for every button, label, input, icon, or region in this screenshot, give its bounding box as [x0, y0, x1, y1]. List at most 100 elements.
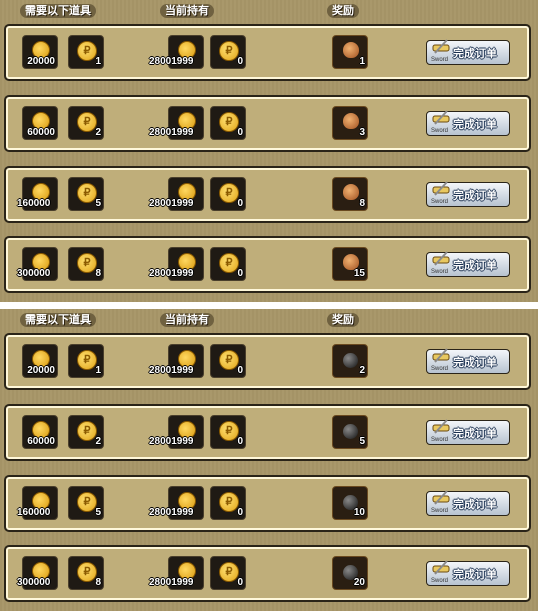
- slot-count: 28001999: [149, 436, 194, 447]
- required-gold-slot: 160000: [17, 177, 58, 211]
- order-row: 60000 ₽2 28001999 ₽0 5 完成订单 Sword: [4, 404, 531, 461]
- button-label: 完成订单: [453, 428, 497, 440]
- held-gold-slot: 28001999: [149, 344, 204, 378]
- sword-scroll-icon: [432, 348, 450, 363]
- order-row: 20000 ₽1 28001999 ₽0 2 完成订单 Sword: [4, 333, 531, 390]
- token-coin-icon: ₽: [77, 41, 97, 61]
- order-row: 20000 ₽1 28001999 ₽0 1 完成订单 Sword: [4, 24, 531, 81]
- slot-count: 2: [95, 127, 101, 138]
- slot-count: 8: [95, 268, 101, 279]
- slot-count: 300000: [17, 268, 51, 279]
- reward-slot: 10: [332, 486, 368, 520]
- money-bag-icon: [343, 184, 359, 200]
- sword-scroll-icon: [432, 560, 450, 575]
- required-gold-slot: 300000: [17, 247, 58, 281]
- token-coin-icon: ₽: [77, 562, 97, 582]
- token-coin-icon: ₽: [77, 253, 97, 273]
- order-row: 60000 ₽2 28001999 ₽0 3 完成订单 Sword: [4, 95, 531, 152]
- button-label: 完成订单: [453, 357, 497, 369]
- held-gold-slot: 28001999: [149, 177, 204, 211]
- required-coin-slot: ₽5: [68, 486, 104, 520]
- complete-order-button[interactable]: 完成订单 Sword: [426, 419, 510, 445]
- slot-count: 60000: [27, 436, 55, 447]
- complete-order-button[interactable]: 完成订单 Sword: [426, 348, 510, 374]
- slot-count: 300000: [17, 577, 51, 588]
- reward-slot: 1: [332, 35, 368, 69]
- slot-count: 160000: [17, 507, 51, 518]
- held-gold-slot: 28001999: [149, 415, 204, 449]
- slot-count: 0: [237, 127, 243, 138]
- slot-count: 60000: [27, 127, 55, 138]
- header-holding: 当前持有: [160, 4, 214, 18]
- held-gold-slot: 28001999: [149, 106, 204, 140]
- complete-order-button[interactable]: 完成订单 Sword: [426, 39, 510, 65]
- slot-count: 28001999: [149, 127, 194, 138]
- order-row: 300000 ₽8 28001999 ₽0 20 完成订单 Sword: [4, 545, 531, 602]
- sword-scroll-icon: [432, 419, 450, 434]
- slot-count: 28001999: [149, 365, 194, 376]
- required-coin-slot: ₽5: [68, 177, 104, 211]
- button-sub-label: Sword: [431, 366, 449, 372]
- order-row: 160000 ₽5 28001999 ₽0 8 完成订单 Sword: [4, 166, 531, 223]
- order-panel: 需要以下道具 当前持有 奖励 20000 ₽1 28001999 ₽0 1 完成订单 Sword 6…: [0, 0, 538, 302]
- held-gold-slot: 28001999: [149, 556, 204, 590]
- button-label: 完成订单: [453, 48, 497, 60]
- slot-count: 5: [359, 436, 365, 447]
- slot-count: 28001999: [149, 56, 194, 67]
- header-reward: 奖励: [327, 4, 359, 18]
- held-gold-slot: 28001999: [149, 35, 204, 69]
- held-coin-slot: ₽0: [210, 106, 246, 140]
- sword-scroll-icon: [432, 181, 450, 196]
- token-coin-icon: ₽: [77, 183, 97, 203]
- held-coin-slot: ₽0: [210, 486, 246, 520]
- held-gold-slot: 28001999: [149, 486, 204, 520]
- complete-order-button[interactable]: 完成订单 Sword: [426, 181, 510, 207]
- slot-count: 20000: [27, 365, 55, 376]
- slot-count: 0: [237, 365, 243, 376]
- token-coin-icon: ₽: [219, 492, 239, 512]
- button-sub-label: Sword: [431, 57, 449, 63]
- token-coin-icon: ₽: [77, 421, 97, 441]
- complete-order-button[interactable]: 完成订单 Sword: [426, 560, 510, 586]
- bomb-icon: [343, 353, 358, 368]
- slot-count: 0: [237, 507, 243, 518]
- slot-count: 5: [95, 198, 101, 209]
- required-gold-slot: 300000: [17, 556, 58, 590]
- held-coin-slot: ₽0: [210, 344, 246, 378]
- complete-order-button[interactable]: 完成订单 Sword: [426, 251, 510, 277]
- reward-slot: 2: [332, 344, 368, 378]
- reward-slot: 3: [332, 106, 368, 140]
- complete-order-button[interactable]: 完成订单 Sword: [426, 110, 510, 136]
- token-coin-icon: ₽: [219, 562, 239, 582]
- reward-slot: 5: [332, 415, 368, 449]
- token-coin-icon: ₽: [77, 112, 97, 132]
- money-bag-icon: [343, 113, 359, 129]
- money-bag-icon: [343, 42, 359, 58]
- header-reward: 奖励: [327, 313, 359, 327]
- slot-count: 0: [237, 198, 243, 209]
- held-coin-slot: ₽0: [210, 556, 246, 590]
- token-coin-icon: ₽: [219, 112, 239, 132]
- button-label: 完成订单: [453, 569, 497, 581]
- token-coin-icon: ₽: [219, 421, 239, 441]
- required-gold-slot: 60000: [22, 415, 58, 449]
- slot-count: 5: [95, 507, 101, 518]
- order-panel: 需要以下道具 当前持有 奖励 20000 ₽1 28001999 ₽0 2 完成订单 Sword 6…: [0, 309, 538, 611]
- slot-count: 1: [359, 56, 365, 67]
- button-label: 完成订单: [453, 499, 497, 511]
- button-label: 完成订单: [453, 119, 497, 131]
- slot-count: 1: [95, 365, 101, 376]
- slot-count: 2: [359, 365, 365, 376]
- required-coin-slot: ₽1: [68, 35, 104, 69]
- slot-count: 0: [237, 577, 243, 588]
- slot-count: 28001999: [149, 577, 194, 588]
- slot-count: 3: [359, 127, 365, 138]
- slot-count: 0: [237, 56, 243, 67]
- required-coin-slot: ₽1: [68, 344, 104, 378]
- button-sub-label: Sword: [431, 437, 449, 443]
- complete-order-button[interactable]: 完成订单 Sword: [426, 490, 510, 516]
- sword-scroll-icon: [432, 490, 450, 505]
- slot-count: 28001999: [149, 268, 194, 279]
- held-coin-slot: ₽0: [210, 247, 246, 281]
- required-coin-slot: ₽8: [68, 247, 104, 281]
